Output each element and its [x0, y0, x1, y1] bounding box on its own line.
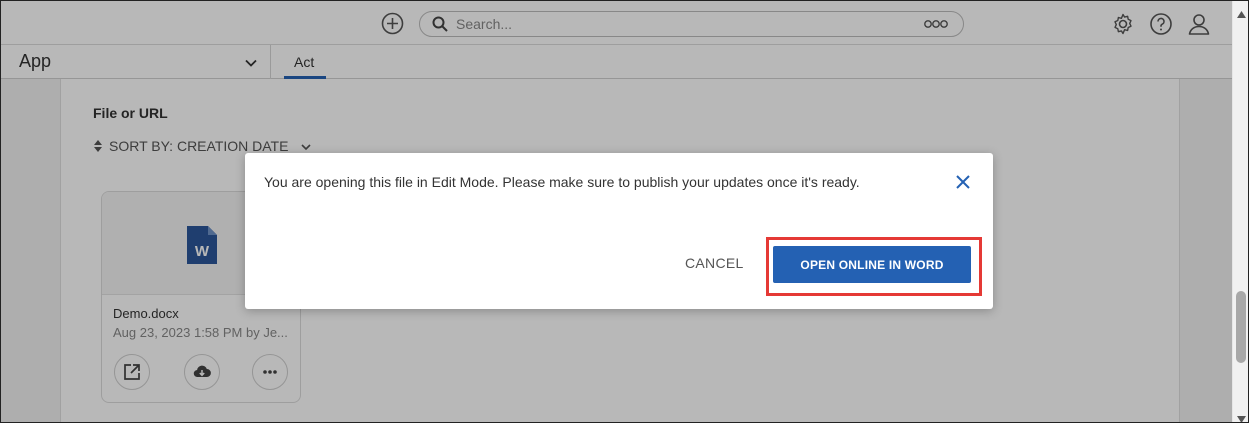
cancel-button[interactable]: CANCEL: [685, 255, 744, 271]
scrollbar-thumb[interactable]: [1236, 291, 1246, 363]
edit-mode-dialog: You are opening this file in Edit Mode. …: [245, 153, 993, 309]
scroll-down-arrow-icon[interactable]: [1237, 410, 1246, 422]
open-online-in-word-button[interactable]: OPEN ONLINE IN WORD: [773, 246, 971, 283]
dialog-message: You are opening this file in Edit Mode. …: [264, 174, 860, 190]
scroll-up-arrow-icon[interactable]: [1237, 5, 1246, 18]
vertical-scrollbar[interactable]: [1232, 1, 1248, 422]
app-window: Search... App Act File or URL SORT BY: C…: [0, 0, 1249, 423]
close-icon[interactable]: [954, 173, 972, 191]
